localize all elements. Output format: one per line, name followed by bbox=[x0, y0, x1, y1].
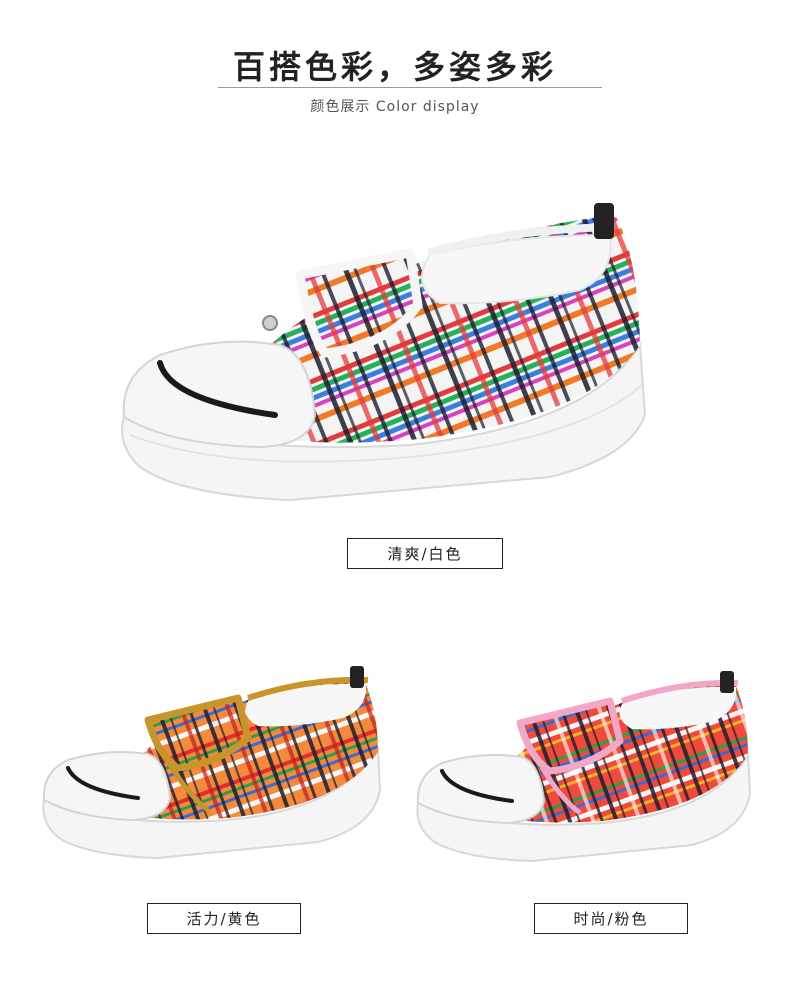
shoe-image-yellow bbox=[42, 666, 382, 860]
shoe-image-pink bbox=[416, 671, 752, 863]
title-divider bbox=[218, 87, 602, 88]
product-label-yellow: 活力/黄色 bbox=[147, 903, 301, 934]
page-subtitle: 颜色展示 Color display bbox=[310, 99, 480, 115]
shoe-image-white bbox=[121, 203, 647, 502]
product-label-pink: 时尚/粉色 bbox=[534, 903, 688, 934]
page-title: 百搭色彩，多姿多彩 bbox=[232, 48, 557, 86]
product-label-white: 清爽/白色 bbox=[347, 538, 503, 569]
